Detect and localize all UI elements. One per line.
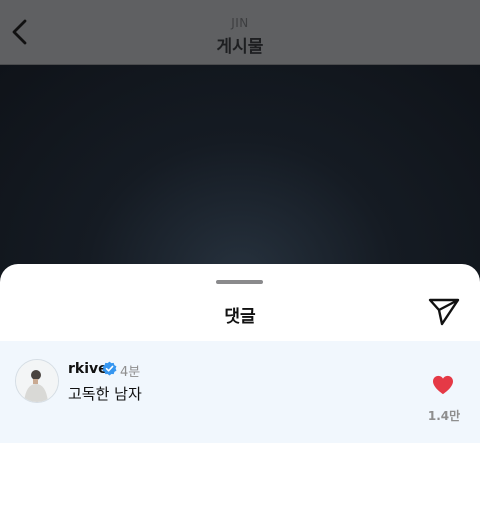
- header-username: JIN: [231, 16, 249, 30]
- heart-icon[interactable]: [432, 375, 454, 395]
- page-title: 게시물: [216, 37, 264, 57]
- comment-time: 4분: [120, 365, 141, 380]
- sheet-drag-handle[interactable]: [216, 280, 263, 284]
- comment-item[interactable]: rkive 4분 고독한 남자 1.4만: [0, 341, 480, 443]
- comment-text: 고독한 남자: [68, 385, 142, 403]
- top-header: JIN 게시물: [0, 0, 480, 65]
- avatar[interactable]: [15, 359, 59, 403]
- like-count: 1.4만: [427, 409, 461, 423]
- comments-sheet: 댓글 rkive 4분 고독한 남자 1.4만: [0, 264, 480, 524]
- send-icon: [428, 298, 460, 326]
- post-media[interactable]: [0, 65, 480, 285]
- sheet-title: 댓글: [224, 307, 256, 327]
- share-button[interactable]: [428, 297, 460, 327]
- verified-badge-icon: [102, 361, 117, 376]
- avatar-photo: [16, 360, 58, 402]
